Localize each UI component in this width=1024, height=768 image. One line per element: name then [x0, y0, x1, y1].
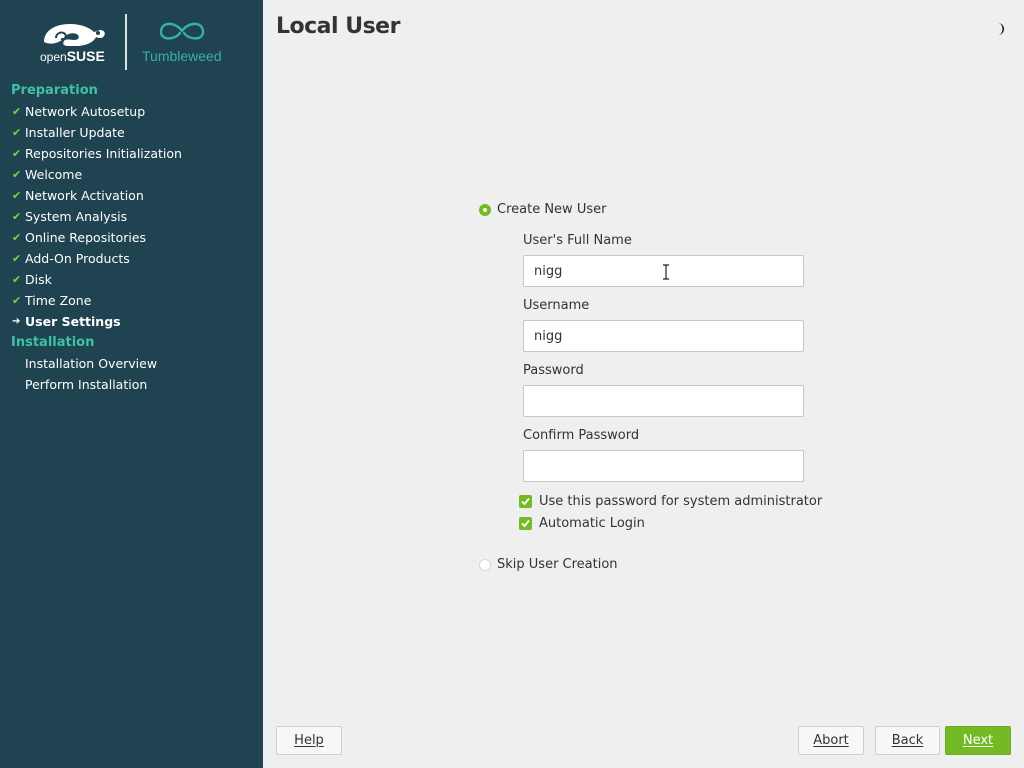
automatic-login-checkbox[interactable] — [519, 517, 532, 530]
password-input[interactable] — [523, 385, 804, 417]
text-cursor-icon — [662, 264, 670, 280]
checkmark-icon: ✔ — [12, 231, 22, 244]
tumbleweed-infinity-icon — [156, 18, 208, 48]
back-button[interactable]: Back — [875, 726, 940, 755]
radio-skip-user-creation[interactable] — [479, 558, 491, 571]
admin-password-option[interactable]: Use this password for system administrat… — [519, 494, 822, 509]
help-button[interactable]: Help — [276, 726, 342, 755]
checkmark-icon: ✔ — [12, 210, 22, 223]
step-time-zone: ✔ Time Zone — [0, 290, 263, 311]
step-network-autosetup: ✔ Network Autosetup — [0, 101, 263, 122]
full-name-label: User's Full Name — [523, 233, 632, 248]
main-content: Local User Create New User User's Full N… — [263, 0, 1024, 768]
confirm-password-input[interactable] — [523, 450, 804, 482]
skip-user-creation-label: Skip User Creation — [497, 557, 618, 572]
logo-area: openSUSE Tumbleweed — [0, 0, 263, 80]
edition-name: Tumbleweed — [142, 48, 222, 64]
create-new-user-option[interactable]: Create New User — [479, 202, 606, 217]
checkmark-icon: ✔ — [12, 105, 22, 118]
checkmark-icon: ✔ — [12, 189, 22, 202]
checkmark-icon: ✔ — [12, 126, 22, 139]
step-system-analysis: ✔ System Analysis — [0, 206, 263, 227]
admin-password-label: Use this password for system administrat… — [539, 494, 823, 509]
checkmark-icon: ✔ — [12, 168, 22, 181]
checkmark-icon: ✔ — [12, 252, 22, 265]
create-new-user-label: Create New User — [497, 202, 607, 217]
automatic-login-option[interactable]: Automatic Login — [519, 516, 645, 531]
password-label: Password — [523, 363, 584, 378]
opensuse-wordmark: openSUSE — [40, 48, 105, 64]
checkmark-icon: ✔ — [12, 147, 22, 160]
username-input[interactable] — [523, 320, 804, 352]
step-welcome: ✔ Welcome — [0, 164, 263, 185]
step-perform-installation: Perform Installation — [25, 377, 148, 392]
radio-create-new-user[interactable] — [479, 203, 491, 216]
step-online-repositories: ✔ Online Repositories — [0, 227, 263, 248]
step-repositories-initialization: ✔ Repositories Initialization — [0, 143, 263, 164]
abort-button[interactable]: Abort — [798, 726, 864, 755]
username-label: Username — [523, 298, 590, 313]
confirm-password-label: Confirm Password — [523, 428, 640, 443]
step-installation-overview: Installation Overview — [25, 356, 158, 371]
step-user-settings: ➔ User Settings — [0, 311, 263, 332]
installation-steps: Preparation ✔ Network Autosetup ✔ Installe… — [0, 80, 263, 395]
checkmark-icon: ✔ — [12, 273, 22, 286]
section-heading-installation: Installation — [11, 335, 95, 350]
admin-password-checkbox[interactable] — [519, 495, 532, 508]
next-button[interactable]: Next — [945, 726, 1011, 755]
arrow-right-icon: ➔ — [12, 316, 21, 327]
contrast-half-moon-icon[interactable] — [993, 22, 1007, 36]
step-add-on-products: ✔ Add-On Products — [0, 248, 263, 269]
step-installer-update: ✔ Installer Update — [0, 122, 263, 143]
section-heading-preparation: Preparation — [11, 83, 98, 98]
sidebar: openSUSE Tumbleweed Preparation ✔ Network… — [0, 0, 263, 768]
automatic-login-label: Automatic Login — [539, 516, 645, 531]
logo-divider — [125, 14, 127, 70]
page-title: Local User — [276, 14, 400, 39]
checkmark-icon: ✔ — [12, 294, 22, 307]
skip-user-creation-option[interactable]: Skip User Creation — [479, 557, 618, 572]
step-network-activation: ✔ Network Activation — [0, 185, 263, 206]
step-disk: ✔ Disk — [0, 269, 263, 290]
